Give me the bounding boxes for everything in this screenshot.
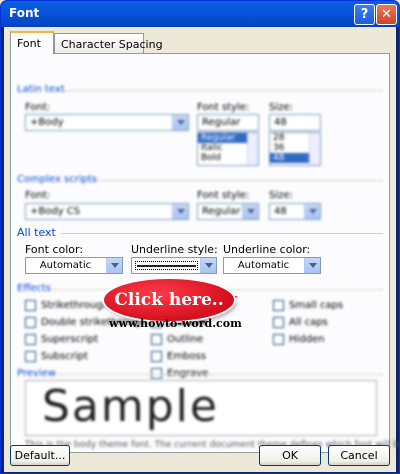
help-button[interactable]: ? xyxy=(354,4,375,25)
chevron-down-icon[interactable] xyxy=(172,204,188,219)
divider xyxy=(91,180,383,181)
double-strikethrough-checkbox[interactable] xyxy=(25,317,36,328)
strikethrough-checkbox[interactable] xyxy=(25,300,36,311)
font-color-value: Automatic xyxy=(39,260,92,271)
all-caps-label: All caps xyxy=(289,317,328,328)
complex-style-label: Font style: xyxy=(197,190,250,201)
chevron-down-icon[interactable] xyxy=(106,258,122,273)
preview-sample-text: Sample xyxy=(42,381,219,432)
scrollbar[interactable] xyxy=(309,133,320,165)
latin-style-value: Regular xyxy=(202,117,241,128)
latin-size-value: 48 xyxy=(274,117,287,128)
complex-style-combo[interactable]: Regular xyxy=(197,203,259,220)
chevron-down-icon[interactable] xyxy=(200,258,216,273)
outline-label: Outline xyxy=(167,334,204,345)
all-caps-checkbox[interactable] xyxy=(273,317,284,328)
watermark-url: www.howto-word.com xyxy=(109,317,242,330)
font-color-combo[interactable]: Automatic xyxy=(25,257,123,274)
small-caps-label: Small caps xyxy=(289,300,344,311)
complex-size-combo[interactable]: 48 xyxy=(269,203,321,220)
latin-style-input[interactable]: Regular xyxy=(197,114,259,131)
latin-size-list[interactable]: 28 36 48 xyxy=(269,132,321,166)
divider xyxy=(61,233,383,234)
latin-section-label: Latin text xyxy=(17,84,65,95)
default-button[interactable]: Default... xyxy=(10,445,70,466)
latin-style-list[interactable]: Regular Italic Bold xyxy=(197,132,259,166)
underline-color-value: Automatic xyxy=(237,260,290,271)
complex-size-value: 48 xyxy=(274,206,287,217)
scrollbar[interactable] xyxy=(247,133,258,165)
latin-font-value: +Body xyxy=(30,117,64,128)
superscript-checkbox[interactable] xyxy=(25,334,36,345)
emboss-label: Emboss xyxy=(167,351,206,362)
latin-size-label: Size: xyxy=(269,102,293,113)
underline-style-label: Underline style: xyxy=(131,243,218,256)
latin-style-label: Font style: xyxy=(197,102,250,113)
preview-box: Sample xyxy=(25,380,377,436)
chevron-down-icon[interactable] xyxy=(304,204,320,219)
complex-size-label: Size: xyxy=(269,190,293,201)
all-text-section-label: All text xyxy=(17,226,56,239)
effects-section-label: Effects xyxy=(17,283,51,294)
font-tab-panel: Latin text Font: +Body Font style: Regul… xyxy=(10,53,399,453)
tab-character-spacing[interactable]: Character Spacing xyxy=(54,33,163,54)
title-bar[interactable]: Font ? ✕ xyxy=(1,1,399,27)
strikethrough-label: Strikethrough xyxy=(41,300,110,311)
chevron-down-icon[interactable] xyxy=(242,204,258,219)
dialog-title: Font xyxy=(9,6,40,20)
underline-line xyxy=(137,265,196,267)
small-caps-checkbox[interactable] xyxy=(273,300,284,311)
divider xyxy=(57,374,383,375)
underline-color-combo[interactable]: Automatic xyxy=(223,257,321,274)
dialog-body: Font Character Spacing Latin text Font: … xyxy=(4,27,399,472)
callout-text: Click here.. xyxy=(114,290,224,310)
subscript-label: Subscript xyxy=(41,351,88,362)
font-dialog: Font ? ✕ Font Character Spacing Latin te… xyxy=(0,0,400,474)
font-color-label: Font color: xyxy=(25,243,84,256)
outline-checkbox[interactable] xyxy=(151,334,162,345)
underline-color-label: Underline color: xyxy=(223,243,311,256)
subscript-checkbox[interactable] xyxy=(25,351,36,362)
hidden-label: Hidden xyxy=(289,334,325,345)
divider xyxy=(61,90,383,91)
complex-style-value: Regular xyxy=(202,206,241,217)
complex-font-combo[interactable]: +Body CS xyxy=(25,203,189,220)
ok-button[interactable]: OK xyxy=(259,445,321,466)
emboss-checkbox[interactable] xyxy=(151,351,162,362)
chevron-down-icon[interactable] xyxy=(304,258,320,273)
latin-font-label: Font: xyxy=(25,102,51,113)
chevron-down-icon[interactable] xyxy=(172,115,188,130)
click-here-callout: Click here.. xyxy=(104,279,234,321)
cancel-button[interactable]: Cancel xyxy=(328,445,390,466)
latin-font-combo[interactable]: +Body xyxy=(25,114,189,131)
close-button[interactable]: ✕ xyxy=(376,4,397,25)
latin-size-input[interactable]: 48 xyxy=(269,114,321,131)
hidden-checkbox[interactable] xyxy=(273,334,284,345)
underline-style-combo[interactable] xyxy=(131,257,217,274)
tab-font[interactable]: Font xyxy=(10,31,54,54)
preview-section-label: Preview xyxy=(17,368,56,379)
complex-font-label: Font: xyxy=(25,190,51,201)
complex-section-label: Complex scripts xyxy=(17,174,98,185)
complex-font-value: +Body CS xyxy=(30,206,81,217)
superscript-label: Superscript xyxy=(41,334,99,345)
